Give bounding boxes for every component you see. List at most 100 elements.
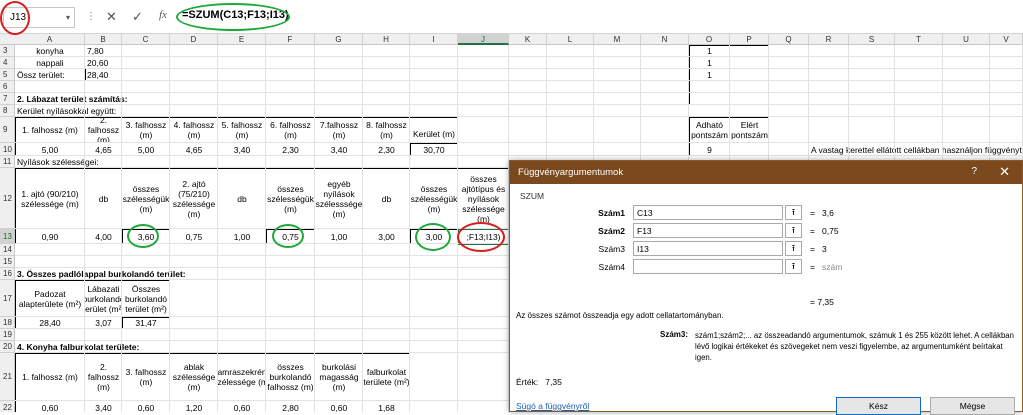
cell[interactable]: Kerület (m) [410, 124, 458, 143]
column-header-s[interactable]: S [849, 34, 895, 45]
cell[interactable]: összes szélességük (m) [410, 168, 458, 229]
row-header-11[interactable]: 11 [0, 156, 15, 168]
cell[interactable]: 0,75 [170, 229, 218, 244]
row-header-17[interactable]: 17 [0, 280, 15, 317]
column-header-b[interactable]: B [85, 34, 122, 45]
row-header-16[interactable]: 16 [0, 268, 15, 280]
collapse-dialog-icon[interactable]: ⭱ [785, 241, 802, 256]
help-icon[interactable]: ? [971, 166, 977, 177]
column-header-a[interactable]: A [15, 34, 85, 45]
row-header-19[interactable]: 19 [0, 329, 15, 341]
enter-icon[interactable]: ✓ [132, 9, 143, 25]
cell[interactable]: 1,00 [218, 229, 266, 244]
cell[interactable]: 2. falhossz (m) [85, 353, 122, 401]
cell[interactable]: Adható pontszám [689, 117, 730, 143]
cell[interactable]: 3,60 [122, 229, 170, 244]
cell[interactable]: összes szélességük (m) [122, 168, 170, 229]
cell[interactable]: 1. ajtó (90/210) szélessége (m) [15, 168, 85, 229]
argument-input[interactable]: I13 [633, 241, 783, 256]
cell[interactable]: 1,68 [363, 401, 410, 412]
row-header-22[interactable]: 22 [0, 401, 15, 412]
cell[interactable]: 6. falhossz (m) [266, 117, 315, 143]
close-icon[interactable]: ✕ [999, 164, 1010, 180]
row-header-12[interactable]: 12 [0, 168, 15, 229]
column-header-n[interactable]: N [641, 34, 689, 45]
row-header-4[interactable]: 4 [0, 57, 15, 69]
cell[interactable]: 0,90 [15, 229, 85, 244]
row-header-9[interactable]: 9 [0, 117, 15, 143]
column-header-v[interactable]: V [990, 34, 1023, 45]
column-header-j[interactable]: J [458, 34, 509, 45]
column-header-c[interactable]: C [122, 34, 170, 45]
cell[interactable]: összes ajtótípus és nyílások szélessége … [458, 168, 509, 229]
column-header-g[interactable]: G [315, 34, 363, 45]
column-header-f[interactable]: F [266, 34, 315, 45]
cell[interactable]: 2. falhossz (m) [85, 117, 122, 143]
cell[interactable]: 0,60 [218, 401, 266, 412]
cell[interactable]: 3,40 [85, 401, 122, 412]
column-header-d[interactable]: D [170, 34, 218, 45]
cell[interactable]: 4,00 [85, 229, 122, 244]
chevron-down-icon[interactable]: ▾ [66, 13, 70, 22]
cell[interactable]: 0,60 [15, 401, 85, 412]
column-header-e[interactable]: E [218, 34, 266, 45]
collapse-dialog-icon[interactable]: ⭱ [785, 223, 802, 238]
cell[interactable]: 8. falhossz (m) [363, 117, 410, 143]
row-header-3[interactable]: 3 [0, 45, 15, 57]
cell[interactable]: 7.falhossz (m) [315, 117, 363, 143]
cell[interactable]: összes szélességük (m) [266, 168, 315, 229]
ok-button[interactable]: Kész [836, 397, 921, 415]
row-header-10[interactable]: 10 [0, 143, 15, 156]
cell[interactable]: 1. falhossz (m) [15, 117, 85, 143]
row-header-14[interactable]: 14 [0, 244, 15, 256]
cell[interactable]: 2,80 [266, 401, 315, 412]
cell[interactable]: 2. ajtó (75/210) szélessége (m) [170, 168, 218, 229]
cell[interactable]: Elért pontszám [730, 117, 769, 143]
cell[interactable]: burkolási magasság (m) [315, 353, 363, 401]
cell[interactable]: db [218, 168, 266, 229]
collapse-dialog-icon[interactable]: ⭱ [785, 205, 802, 220]
cell[interactable]: ;F13;I13) [458, 229, 509, 244]
column-header-t[interactable]: T [895, 34, 943, 45]
column-header-i[interactable]: I [410, 34, 458, 45]
collapse-dialog-icon[interactable]: ⭱ [785, 259, 802, 274]
column-header-r[interactable]: R [809, 34, 849, 45]
column-header-l[interactable]: L [547, 34, 594, 45]
cell[interactable]: összes burkolandó falhossz (m) [266, 353, 315, 401]
cell[interactable]: 0,75 [266, 229, 315, 244]
cell[interactable]: db [363, 168, 410, 229]
row-header-20[interactable]: 20 [0, 341, 15, 353]
cell[interactable]: 0,60 [122, 401, 170, 412]
row-header-13[interactable]: 13 [0, 229, 15, 244]
cell[interactable]: 1,20 [170, 401, 218, 412]
row-header-18[interactable]: 18 [0, 317, 15, 329]
insert-function-icon[interactable]: fx [159, 9, 167, 21]
argument-input[interactable]: F13 [633, 223, 783, 238]
cell[interactable]: kamraszekrény szélessége (m) [218, 353, 266, 401]
cell[interactable]: 3,00 [363, 229, 410, 244]
cell[interactable]: 1. falhossz (m) [15, 353, 85, 401]
cell[interactable]: db [85, 168, 122, 229]
cell[interactable]: falburkolat területe (m²) [363, 353, 410, 401]
cell[interactable]: ablak szélessége (m) [170, 353, 218, 401]
column-header-h[interactable]: H [363, 34, 410, 45]
row-header-15[interactable]: 15 [0, 256, 15, 268]
row-header-8[interactable]: 8 [0, 105, 15, 117]
row-header-6[interactable]: 6 [0, 81, 15, 93]
name-box[interactable]: J13 ▾ [3, 7, 75, 28]
cell[interactable]: egyéb nyílások szélesssége (m) [315, 168, 363, 229]
column-header-q[interactable]: Q [769, 34, 809, 45]
formula-input[interactable]: =SZUM(C13;F13;I13) [182, 9, 289, 21]
function-help-link[interactable]: Súgó a függvényről [516, 401, 589, 411]
cell[interactable]: 3. falhossz (m) [122, 353, 170, 401]
cell[interactable]: 0,60 [315, 401, 363, 412]
cell[interactable]: 3,00 [410, 229, 458, 244]
cell[interactable]: 1,00 [315, 229, 363, 244]
argument-input[interactable]: C13 [633, 205, 783, 220]
cell[interactable]: Összes burkolandó terület (m²) [122, 280, 170, 317]
column-header-m[interactable]: M [594, 34, 641, 45]
column-header-k[interactable]: K [509, 34, 547, 45]
row-header-7[interactable]: 7 [0, 93, 15, 105]
cancel-icon[interactable]: ✕ [106, 9, 117, 25]
cancel-button[interactable]: Mégse [930, 397, 1015, 415]
